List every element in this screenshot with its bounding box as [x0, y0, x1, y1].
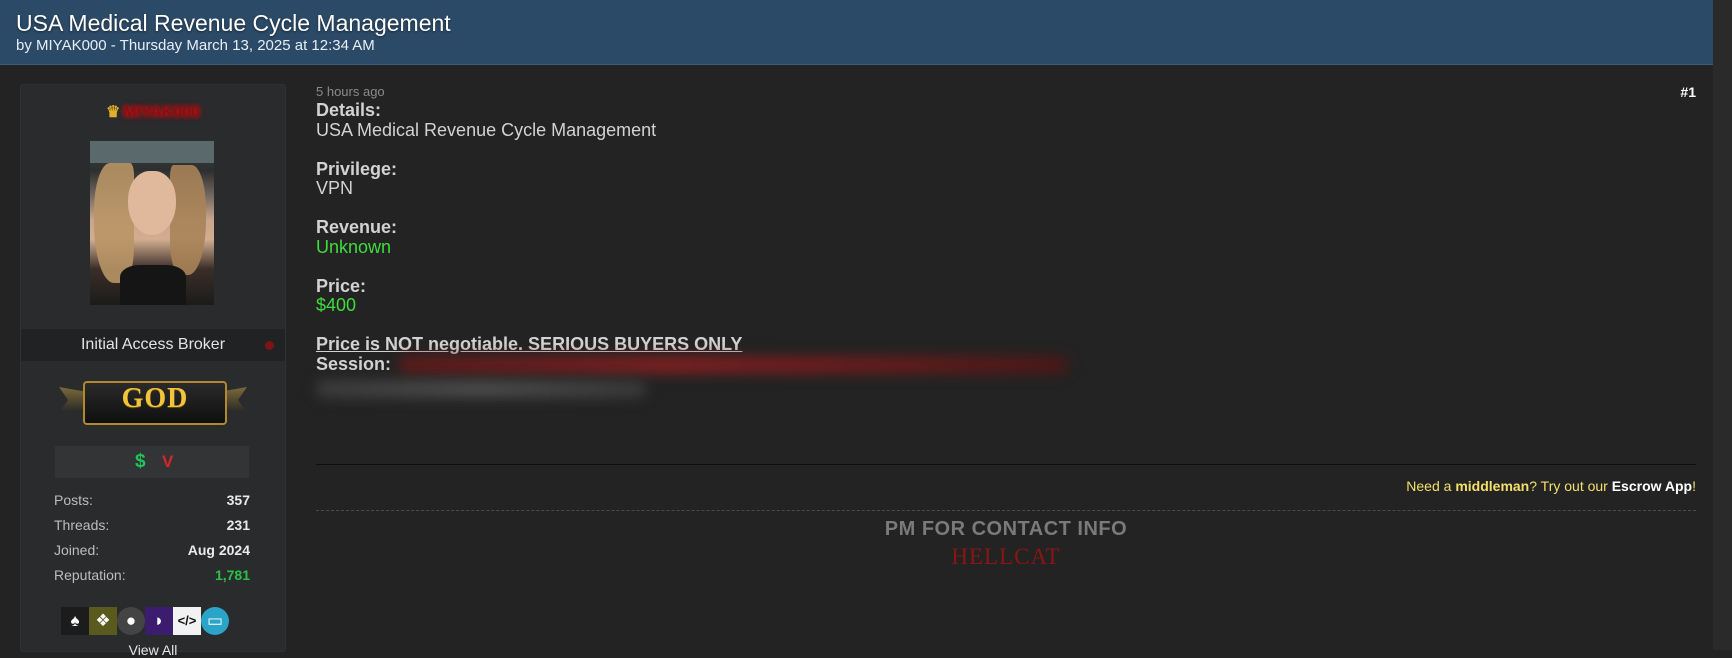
suit-award-icon[interactable]: ♠ — [61, 607, 89, 635]
signature-contact: PM FOR CONTACT INFO — [884, 518, 1128, 540]
details-label: Details: — [316, 100, 382, 120]
post-divider — [316, 464, 1696, 465]
crown-icon: ♛ — [105, 104, 121, 121]
username-link[interactable]: ♛ MIYAK000 — [21, 102, 285, 122]
monitor-award-icon[interactable]: ▭ — [201, 607, 229, 635]
stat-joined: Joined: Aug 2024 — [54, 542, 250, 558]
stat-posts: Posts: 357 — [54, 492, 250, 508]
stat-reputation: Reputation: 1,781 — [54, 567, 250, 583]
user-panel: ♛ MIYAK000 Initial Access Broker GOD $ V … — [20, 84, 286, 658]
award-icons-row: ♠ ❖ ● ◗ </> ▭ — [61, 607, 261, 639]
session-redacted — [398, 356, 1068, 374]
username-text: MIYAK000 — [123, 104, 201, 121]
session-redacted-2 — [316, 380, 646, 398]
avatar[interactable] — [90, 141, 214, 305]
offline-status-icon — [265, 341, 274, 350]
user-rank-bar: Initial Access Broker — [21, 329, 285, 361]
user-rank: Initial Access Broker — [80, 336, 226, 353]
revenue-value: Unknown — [316, 237, 392, 257]
privilege-label: Privilege: — [316, 159, 398, 179]
thread-title: USA Medical Revenue Cycle Management — [16, 10, 451, 36]
thread-byline: by MIYAK000 - Thursday March 13, 2025 at… — [16, 37, 375, 54]
code-award-icon[interactable]: </> — [173, 607, 201, 635]
spy-award-icon[interactable]: ● — [117, 607, 145, 635]
god-rank-badge: GOD — [59, 377, 247, 425]
price-note: Price is NOT negotiable. SERIOUS BUYERS … — [316, 334, 743, 354]
post-body: 5 hours ago #1 Details: USA Medical Reve… — [316, 84, 1696, 650]
post-time[interactable]: 5 hours ago — [316, 84, 385, 99]
thread-header: USA Medical Revenue Cycle Management by … — [0, 0, 1713, 65]
scrollbar[interactable] — [1713, 0, 1732, 650]
signature-name: HELLCAT — [951, 544, 1061, 569]
gift-award-icon[interactable]: ❖ — [89, 607, 117, 635]
privilege-value: VPN — [316, 178, 354, 198]
price-label: Price: — [316, 276, 367, 296]
escrow-note: Need a middleman? Try out our Escrow App… — [1406, 478, 1696, 494]
v-award-icon[interactable]: V — [162, 452, 173, 472]
price-value: $400 — [316, 295, 357, 315]
details-value: USA Medical Revenue Cycle Management — [316, 120, 657, 140]
session-label: Session: — [316, 354, 392, 374]
award-box: $ V — [55, 446, 249, 478]
escrow-app-link[interactable]: Escrow App — [1612, 478, 1692, 494]
revenue-label: Revenue: — [316, 217, 398, 237]
badge-text: GOD — [121, 383, 189, 414]
dollar-award-icon[interactable]: $ — [135, 451, 146, 473]
stat-threads: Threads: 231 — [54, 517, 250, 533]
user-stats: Posts: 357 Threads: 231 Joined: Aug 2024… — [54, 492, 250, 592]
post-number[interactable]: #1 — [1680, 84, 1696, 100]
signature-divider — [316, 510, 1696, 511]
view-all-awards-link[interactable]: View All — [21, 642, 285, 658]
middleman-link[interactable]: middleman — [1455, 478, 1529, 494]
hood-award-icon[interactable]: ◗ — [145, 607, 173, 635]
